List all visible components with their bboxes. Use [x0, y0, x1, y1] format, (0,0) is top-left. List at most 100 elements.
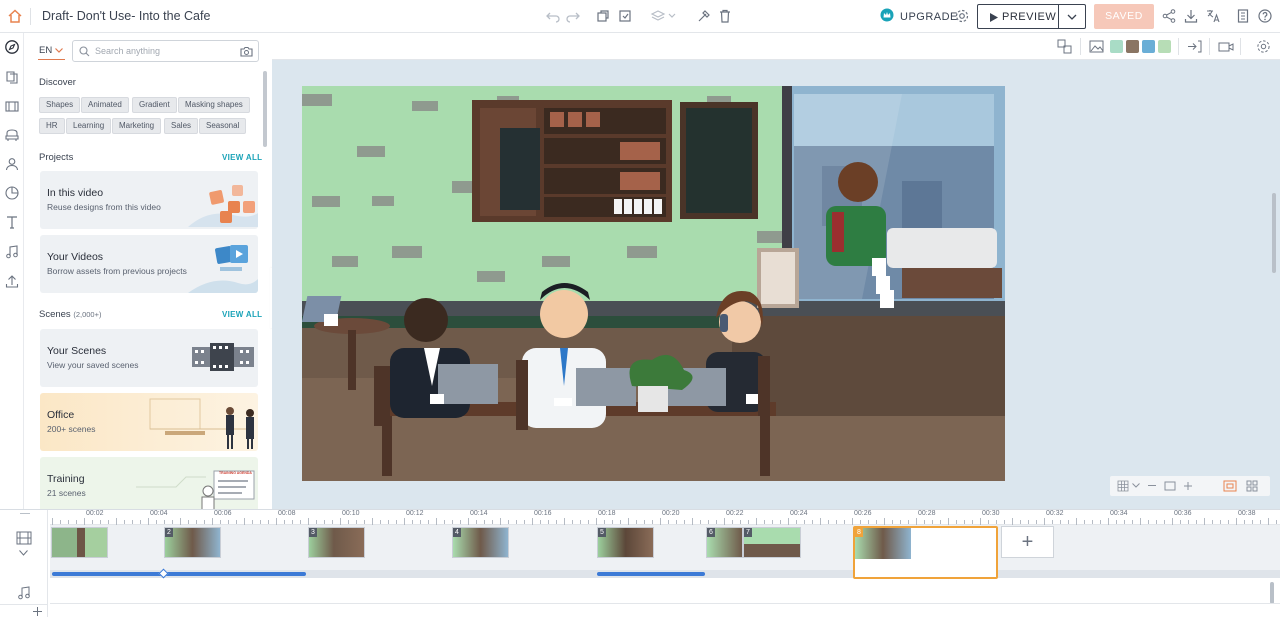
safe-area-icon[interactable] — [1223, 480, 1237, 492]
download-icon[interactable] — [1183, 8, 1199, 24]
ruler-tick — [884, 518, 885, 525]
project-card-in-this-video[interactable]: In this video Reuse designs from this vi… — [40, 171, 258, 229]
props-icon[interactable] — [4, 127, 20, 143]
charts-icon[interactable] — [4, 185, 20, 201]
upgrade-button[interactable]: UPGRADE — [900, 11, 958, 23]
tag-chip[interactable]: Gradient — [132, 97, 177, 113]
add-track-icon[interactable] — [33, 607, 42, 616]
fit-screen-icon[interactable] — [1164, 480, 1176, 492]
ruler-tick — [92, 520, 93, 524]
settings-icon[interactable] — [954, 8, 970, 24]
color-swatch[interactable] — [1126, 40, 1139, 53]
grid-icon[interactable] — [1117, 480, 1129, 492]
layer-order-icon[interactable] — [650, 8, 678, 24]
search-input[interactable]: Search anything — [72, 40, 259, 62]
scenes-view-all-link[interactable]: VIEW ALL — [222, 310, 262, 319]
ruler-tick — [556, 520, 557, 524]
project-title[interactable]: Draft- Don't Use- Into the Cafe — [42, 9, 210, 23]
media-icon[interactable] — [4, 98, 20, 114]
tag-chip[interactable]: Animated — [81, 97, 129, 113]
projects-view-all-link[interactable]: VIEW ALL — [222, 153, 262, 162]
project-card-your-videos[interactable]: Your Videos Borrow assets from previous … — [40, 235, 258, 293]
trash-icon[interactable] — [717, 8, 733, 24]
effects-icon[interactable] — [696, 8, 712, 24]
scene-canvas[interactable] — [302, 86, 1005, 481]
scene-thumbnail-5[interactable]: 5 — [597, 527, 654, 558]
scene-card-your-scenes[interactable]: Your Scenes View your saved scenes — [40, 329, 258, 387]
ruler-tick — [252, 520, 253, 524]
language-select[interactable]: EN — [39, 45, 52, 56]
color-swatch[interactable] — [1110, 40, 1123, 53]
chevron-down-icon[interactable] — [55, 48, 63, 53]
ruler-tick — [1092, 520, 1093, 524]
timeline-scrollbar[interactable] — [1270, 582, 1274, 604]
tag-chip[interactable]: Seasonal — [199, 118, 247, 134]
undo-icon[interactable] — [545, 8, 561, 24]
scene-card-office[interactable]: Office 200+ scenes — [40, 393, 258, 451]
scene-card-training[interactable]: Training 21 scenes TRAINING AGENDA — [40, 457, 258, 509]
zoom-in-icon[interactable] — [1183, 481, 1193, 491]
ruler-tick — [1164, 520, 1165, 524]
preview-button[interactable]: PREVIEW — [977, 4, 1086, 29]
ruler-tick — [788, 518, 789, 525]
saved-button[interactable]: SAVED — [1094, 4, 1154, 29]
background-image-icon[interactable] — [1089, 39, 1104, 54]
scene-thumbnail-1[interactable] — [51, 527, 108, 558]
share-icon[interactable] — [1161, 8, 1177, 24]
scene-thumbnail-2[interactable]: 2 — [164, 527, 221, 558]
notes-icon[interactable] — [1235, 8, 1251, 24]
chevron-down-icon[interactable] — [19, 550, 28, 556]
timeline-ruler[interactable]: 00:02 00:04 00:06 00:08 00:10 00:12 00:14 00:16… — [50, 510, 1280, 525]
add-scene-button[interactable]: + — [1001, 526, 1054, 558]
paste-icon[interactable] — [617, 8, 633, 24]
scene-thumbnail-3[interactable]: 3 — [308, 527, 365, 558]
gear-icon[interactable] — [1256, 39, 1271, 54]
ruler-tick — [812, 520, 813, 524]
scene-thumbnail-4[interactable]: 4 — [452, 527, 509, 558]
ruler-tick — [868, 520, 869, 524]
compass-icon[interactable] — [4, 39, 20, 55]
tag-chip[interactable]: Marketing — [112, 118, 162, 134]
color-swatch[interactable] — [1158, 40, 1171, 53]
arrange-icon[interactable] — [1057, 39, 1072, 54]
home-icon[interactable] — [7, 8, 23, 24]
canvas-scrollbar[interactable] — [1272, 193, 1276, 273]
text-icon[interactable] — [4, 214, 20, 230]
tag-chip[interactable]: Sales — [164, 118, 199, 134]
redo-icon[interactable] — [565, 8, 581, 24]
enter-icon[interactable] — [1187, 39, 1202, 54]
transition-bar[interactable] — [52, 572, 306, 576]
music-icon[interactable] — [16, 585, 32, 601]
color-swatch[interactable] — [1142, 40, 1155, 53]
translate-icon[interactable] — [1205, 8, 1221, 24]
scene-thumbnail-7[interactable]: 7 — [743, 527, 801, 558]
ruler-tick — [740, 520, 741, 524]
characters-icon[interactable] — [4, 156, 20, 172]
help-icon[interactable] — [1257, 8, 1273, 24]
layout-grid-icon[interactable] — [1246, 480, 1258, 492]
tag-chip[interactable]: HR — [39, 118, 65, 134]
scenes-track-icon[interactable] — [16, 531, 32, 545]
tag-chip[interactable]: Learning — [66, 118, 112, 134]
scene-thumbnail-6[interactable]: 6 — [706, 527, 743, 558]
tag-chip[interactable]: Shapes — [39, 97, 81, 113]
upload-icon[interactable] — [4, 273, 20, 289]
ruler-tick — [1220, 520, 1221, 524]
ruler-tick — [508, 520, 509, 524]
camera-icon[interactable] — [240, 46, 253, 57]
zoom-out-icon[interactable] — [1148, 485, 1156, 486]
chevron-down-icon[interactable] — [1067, 14, 1077, 20]
music-icon[interactable] — [4, 244, 20, 260]
transition-bar[interactable] — [597, 572, 705, 576]
ruler-tick-label: 00:14 — [470, 510, 488, 517]
copy-icon[interactable] — [595, 8, 611, 24]
ruler-tick — [964, 520, 965, 524]
chevron-down-icon[interactable] — [1132, 483, 1140, 488]
card-title: Your Scenes — [47, 345, 107, 357]
video-camera-icon[interactable] — [1218, 39, 1234, 54]
panel-scrollbar[interactable] — [263, 71, 267, 147]
selected-scene-block[interactable]: 8 — [853, 526, 998, 579]
templates-icon[interactable] — [4, 69, 20, 85]
timeline-drag-handle[interactable] — [20, 513, 30, 514]
tag-chip[interactable]: Masking shapes — [178, 97, 250, 113]
